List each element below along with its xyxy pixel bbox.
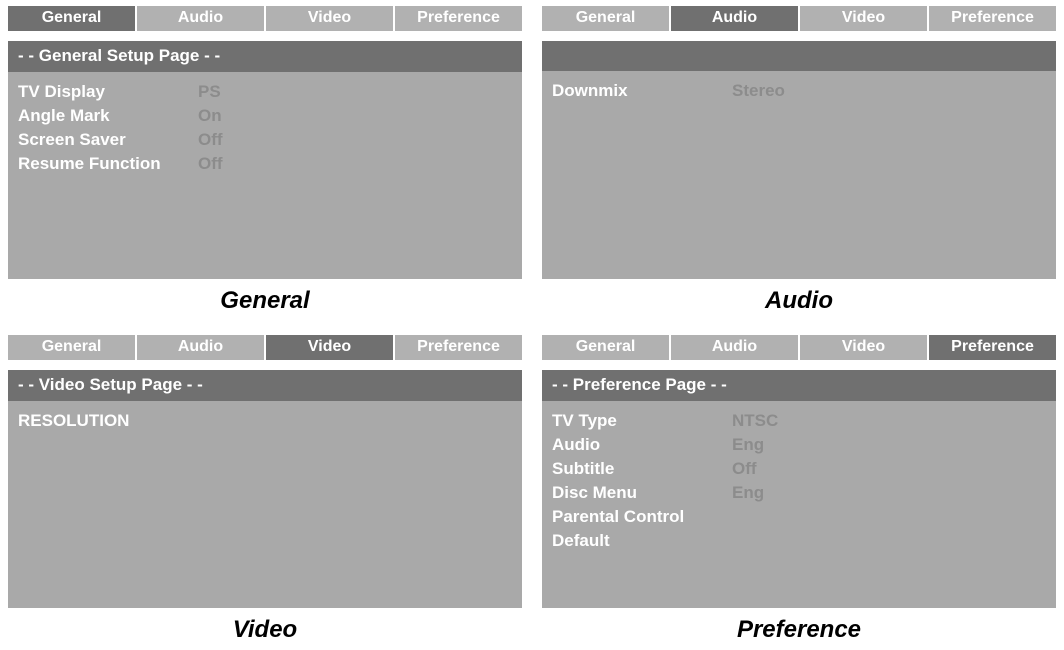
tab-video[interactable]: Video — [266, 6, 395, 31]
panel-caption: Preference — [542, 608, 1056, 644]
panel-video: General Audio Video Preference - - Video… — [8, 335, 522, 644]
setting-label: Parental Control — [552, 505, 732, 529]
setting-value: PS — [198, 80, 221, 104]
setting-value: Eng — [732, 433, 764, 457]
tab-video[interactable]: Video — [266, 335, 395, 360]
panel-header: - - General Setup Page - - — [8, 41, 522, 72]
tab-general[interactable]: General — [8, 6, 137, 31]
spacer — [542, 31, 1056, 41]
setting-label: RESOLUTION — [18, 409, 198, 433]
setting-value: On — [198, 104, 222, 128]
setting-row[interactable]: Resume Function Off — [18, 152, 512, 176]
tab-video[interactable]: Video — [800, 6, 929, 31]
tab-audio[interactable]: Audio — [671, 335, 800, 360]
tab-general[interactable]: General — [8, 335, 137, 360]
panel-caption: Audio — [542, 279, 1056, 315]
setting-row[interactable]: Audio Eng — [552, 433, 1046, 457]
tab-bar: General Audio Video Preference — [542, 6, 1056, 31]
tab-preference[interactable]: Preference — [395, 6, 522, 31]
setup-pages-grid: General Audio Video Preference - - Gener… — [8, 6, 1056, 644]
tab-general[interactable]: General — [542, 6, 671, 31]
panel-body: Downmix Stereo — [542, 71, 1056, 279]
tab-audio[interactable]: Audio — [137, 335, 266, 360]
tab-bar: General Audio Video Preference — [8, 6, 522, 31]
tab-bar: General Audio Video Preference — [8, 335, 522, 360]
setting-value: Off — [732, 457, 757, 481]
panel-body: TV Type NTSC Audio Eng Subtitle Off Disc… — [542, 401, 1056, 608]
tab-preference[interactable]: Preference — [395, 335, 522, 360]
setting-label: TV Display — [18, 80, 198, 104]
panel-header — [542, 41, 1056, 71]
setting-row[interactable]: Angle Mark On — [18, 104, 512, 128]
setting-row[interactable]: Parental Control — [552, 505, 1046, 529]
setting-row[interactable]: TV Type NTSC — [552, 409, 1046, 433]
setting-label: Resume Function — [18, 152, 198, 176]
setting-row[interactable]: Downmix Stereo — [552, 79, 1046, 103]
setting-row[interactable]: Default — [552, 529, 1046, 553]
panel-caption: Video — [8, 608, 522, 644]
panel-header: - - Preference Page - - — [542, 370, 1056, 401]
tab-preference[interactable]: Preference — [929, 6, 1056, 31]
tab-video[interactable]: Video — [800, 335, 929, 360]
panel-audio: General Audio Video Preference Downmix S… — [542, 6, 1056, 315]
setting-value: Off — [198, 128, 223, 152]
setting-value: NTSC — [732, 409, 778, 433]
setting-label: Screen Saver — [18, 128, 198, 152]
panel-general: General Audio Video Preference - - Gener… — [8, 6, 522, 315]
panel-caption: General — [8, 279, 522, 315]
panel-preference: General Audio Video Preference - - Prefe… — [542, 335, 1056, 644]
spacer — [542, 360, 1056, 370]
setting-row[interactable]: TV Display PS — [18, 80, 512, 104]
setting-row[interactable]: Screen Saver Off — [18, 128, 512, 152]
setting-label: Disc Menu — [552, 481, 732, 505]
setting-label: TV Type — [552, 409, 732, 433]
setting-value: Stereo — [732, 79, 785, 103]
panel-body: RESOLUTION — [8, 401, 522, 608]
setting-label: Default — [552, 529, 732, 553]
setting-row[interactable]: Subtitle Off — [552, 457, 1046, 481]
spacer — [8, 31, 522, 41]
setting-row[interactable]: RESOLUTION — [18, 409, 512, 433]
spacer — [8, 360, 522, 370]
tab-general[interactable]: General — [542, 335, 671, 360]
panel-header: - - Video Setup Page - - — [8, 370, 522, 401]
setting-label: Audio — [552, 433, 732, 457]
tab-audio[interactable]: Audio — [137, 6, 266, 31]
tab-bar: General Audio Video Preference — [542, 335, 1056, 360]
setting-value: Off — [198, 152, 223, 176]
tab-preference[interactable]: Preference — [929, 335, 1056, 360]
panel-body: TV Display PS Angle Mark On Screen Saver… — [8, 72, 522, 279]
setting-label: Downmix — [552, 79, 732, 103]
setting-label: Subtitle — [552, 457, 732, 481]
tab-audio[interactable]: Audio — [671, 6, 800, 31]
setting-row[interactable]: Disc Menu Eng — [552, 481, 1046, 505]
setting-value: Eng — [732, 481, 764, 505]
setting-label: Angle Mark — [18, 104, 198, 128]
